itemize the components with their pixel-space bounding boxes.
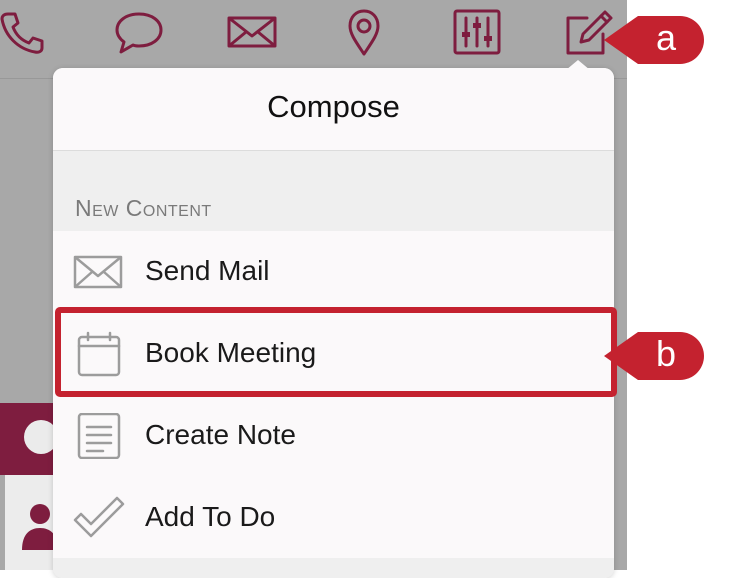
menu-item-label: Create Note bbox=[145, 419, 296, 450]
callout-a: a bbox=[600, 10, 710, 70]
calendar-icon bbox=[73, 331, 125, 377]
section-band: New Content bbox=[53, 151, 614, 231]
menu-item-label: Add To Do bbox=[145, 501, 276, 532]
chat-bubble-icon[interactable] bbox=[113, 8, 165, 56]
compose-popover: Compose New Content Send Mail Book Meeti… bbox=[53, 68, 614, 578]
popover-header: Compose bbox=[53, 68, 614, 151]
mail-icon bbox=[73, 249, 125, 295]
menu-item-label: Book Meeting bbox=[145, 337, 317, 368]
menu-item-send-mail[interactable]: Send Mail bbox=[53, 231, 614, 314]
menu-item-book-meeting[interactable]: Book Meeting bbox=[53, 313, 614, 396]
phone-icon[interactable] bbox=[0, 8, 46, 56]
section-header-new-content: New Content bbox=[75, 195, 212, 221]
callout-b: b bbox=[600, 326, 710, 386]
note-icon bbox=[73, 413, 125, 459]
callout-label: b bbox=[655, 333, 677, 374]
menu-item-add-to-do[interactable]: Add To Do bbox=[53, 477, 614, 560]
popover-arrow bbox=[566, 60, 590, 70]
callout-label: a bbox=[655, 17, 677, 58]
checkmark-icon bbox=[73, 495, 125, 541]
sliders-icon[interactable] bbox=[451, 8, 503, 56]
location-pin-icon[interactable] bbox=[338, 8, 390, 56]
menu-item-create-note[interactable]: Create Note bbox=[53, 395, 614, 478]
mail-icon[interactable] bbox=[226, 8, 278, 56]
menu-item-label: Send Mail bbox=[145, 255, 270, 286]
popover-footer bbox=[53, 558, 614, 578]
popover-title: Compose bbox=[267, 89, 400, 124]
